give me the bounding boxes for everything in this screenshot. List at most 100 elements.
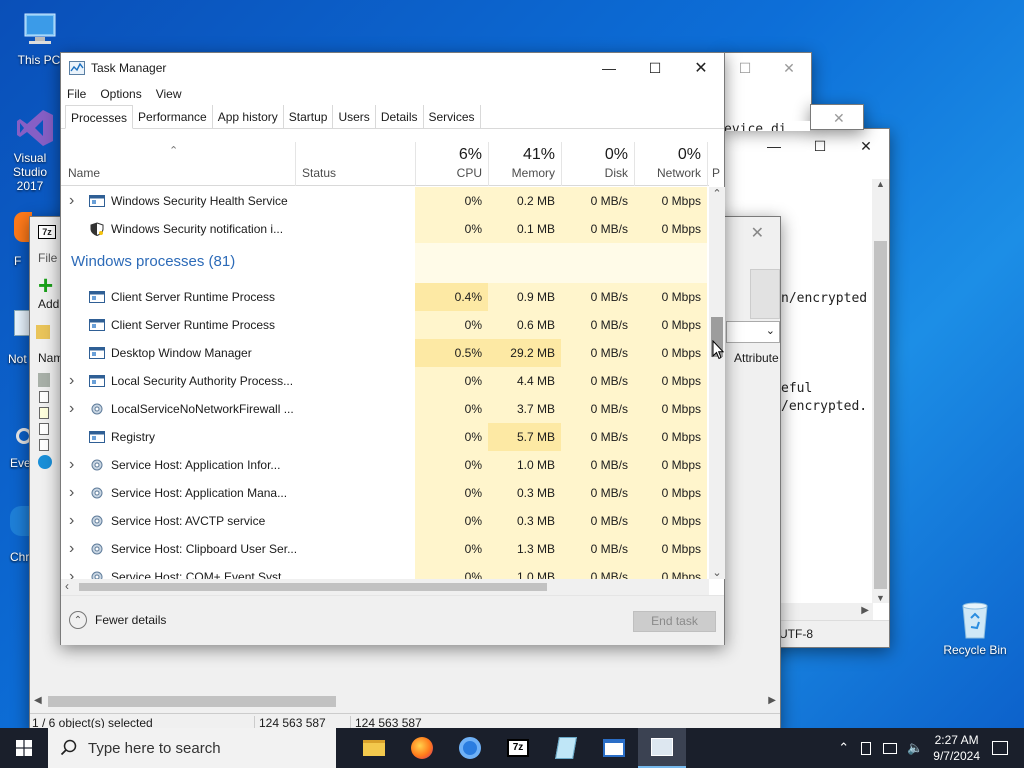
column-headers: ⌃ Name Status 6% CPU 41% Memory 0% Disk … bbox=[61, 142, 720, 186]
process-row[interactable]: 0% 3.7 MB 0 MB/s 0 Mbps › LocalServiceNoNetwo… bbox=[61, 395, 709, 423]
process-row[interactable]: 0% 4.4 MB 0 MB/s 0 Mbps › Local Security Auth… bbox=[61, 367, 709, 395]
tab-app-history[interactable]: App history bbox=[213, 105, 284, 128]
close-icon[interactable]: ✕ bbox=[767, 53, 811, 83]
chevron-up-circle-icon: ⌃ bbox=[69, 611, 87, 629]
tab-users[interactable]: Users bbox=[333, 105, 376, 128]
expand-chevron-icon[interactable]: › bbox=[69, 479, 74, 507]
maximize-icon[interactable]: ☐ bbox=[723, 53, 767, 83]
scroll-up-icon[interactable]: ⌃ bbox=[709, 187, 725, 203]
scroll-up-icon[interactable]: ▲ bbox=[872, 179, 889, 195]
scroll-down-icon[interactable]: ⌄ bbox=[709, 566, 725, 579]
path-dropdown[interactable]: ⌄ bbox=[726, 321, 780, 343]
scroll-right-icon[interactable]: ▶ bbox=[768, 695, 776, 706]
process-net-cell: 0 Mbps bbox=[634, 395, 707, 423]
process-row[interactable]: 0% 0.6 MB 0 MB/s 0 Mbps Client Server Runtim… bbox=[61, 311, 709, 339]
desktop-icon-recycle-bin[interactable]: Recycle Bin bbox=[940, 600, 1010, 657]
search-placeholder: Type here to search bbox=[88, 739, 221, 757]
start-button[interactable] bbox=[0, 728, 48, 768]
process-row[interactable]: 0% 5.7 MB 0 MB/s 0 Mbps Registry bbox=[61, 423, 709, 451]
process-mem-cell: 0.2 MB bbox=[488, 187, 561, 215]
process-row[interactable]: 0% 1.0 MB 0 MB/s 0 Mbps › Service Host: Appli… bbox=[61, 451, 709, 479]
process-mem-cell: 0.3 MB bbox=[488, 507, 561, 535]
background-window-2[interactable]: ✕ bbox=[810, 104, 864, 130]
tab-details[interactable]: Details bbox=[376, 105, 424, 128]
window-icon bbox=[89, 374, 105, 388]
minimize-icon[interactable]: — bbox=[586, 53, 632, 83]
taskbar-7zip[interactable]: 7z bbox=[494, 728, 542, 768]
process-net-cell: 0 Mbps bbox=[634, 215, 707, 243]
horizontal-scrollbar[interactable]: ‹ bbox=[61, 579, 709, 595]
process-row[interactable]: 0% 0.3 MB 0 MB/s 0 Mbps › Service Host: AVCTP… bbox=[61, 507, 709, 535]
scrollbar-thumb[interactable] bbox=[48, 696, 336, 707]
task-manager-window[interactable]: Task Manager — ☐ ✕ File Options View Pro… bbox=[60, 52, 725, 645]
vertical-scrollbar[interactable]: ⌃ ⌄ bbox=[709, 187, 725, 579]
expand-chevron-icon[interactable]: › bbox=[69, 535, 74, 563]
tab-services[interactable]: Services bbox=[424, 105, 481, 128]
taskbar-app-window[interactable] bbox=[590, 728, 638, 768]
taskbar-file-explorer[interactable] bbox=[350, 728, 398, 768]
file-list[interactable] bbox=[34, 367, 60, 487]
taskbar-search[interactable]: Type here to search bbox=[48, 728, 336, 768]
notification-icon[interactable] bbox=[992, 741, 1008, 755]
scroll-left-icon[interactable]: ‹ bbox=[65, 579, 69, 593]
taskbar-notepad[interactable] bbox=[542, 728, 590, 768]
network-icon[interactable] bbox=[883, 742, 898, 754]
background-window-text: evice di bbox=[724, 121, 810, 131]
scroll-right-icon[interactable]: ▶ bbox=[861, 605, 869, 616]
device-icon[interactable] bbox=[861, 741, 872, 755]
process-row[interactable]: 0.5% 29.2 MB 0 MB/s 0 Mbps Desktop Window Ma… bbox=[61, 339, 709, 367]
close-icon[interactable]: ✕ bbox=[751, 223, 764, 243]
column-network[interactable]: 0% Network bbox=[634, 142, 707, 186]
scrollbar-thumb[interactable] bbox=[874, 241, 887, 589]
close-icon[interactable]: ✕ bbox=[678, 53, 724, 83]
column-status[interactable]: Status bbox=[295, 142, 415, 186]
menu-file[interactable]: File bbox=[38, 251, 57, 265]
process-row[interactable]: 0% 0.3 MB 0 MB/s 0 Mbps › Service Host: Appli… bbox=[61, 479, 709, 507]
column-cpu[interactable]: 6% CPU bbox=[415, 142, 488, 186]
fewer-details-button[interactable]: ⌃ Fewer details bbox=[69, 611, 166, 629]
clock[interactable]: 2:27 AM 9/7/2024 bbox=[933, 732, 980, 764]
scroll-down-icon[interactable]: ▼ bbox=[872, 593, 889, 603]
taskbar-chrome[interactable] bbox=[446, 728, 494, 768]
column-disk[interactable]: 0% Disk bbox=[561, 142, 634, 186]
scroll-left-icon[interactable]: ◀ bbox=[34, 695, 42, 706]
expand-chevron-icon[interactable]: › bbox=[69, 395, 74, 423]
expand-chevron-icon[interactable]: › bbox=[69, 507, 74, 535]
process-list[interactable]: 0% 0.2 MB 0 MB/s 0 Mbps › Windows Security He… bbox=[61, 187, 709, 579]
maximize-icon[interactable]: ☐ bbox=[632, 53, 678, 83]
horizontal-scrollbar[interactable]: ◀ ▶ bbox=[30, 693, 780, 710]
tab-startup[interactable]: Startup bbox=[284, 105, 334, 128]
menu-options[interactable]: Options bbox=[100, 87, 141, 101]
expand-chevron-icon[interactable]: › bbox=[69, 187, 74, 215]
menu-view[interactable]: View bbox=[156, 87, 182, 101]
expand-chevron-icon[interactable]: › bbox=[69, 451, 74, 479]
tab-performance[interactable]: Performance bbox=[133, 105, 213, 128]
process-row[interactable]: 0% 1.0 MB 0 MB/s 0 Mbps › Service Host: COM+ … bbox=[61, 563, 709, 579]
close-icon[interactable]: ✕ bbox=[843, 131, 889, 161]
chevron-up-icon[interactable]: ⌃ bbox=[838, 740, 849, 756]
process-row[interactable]: 0.4% 0.9 MB 0 MB/s 0 Mbps Client Server Runt… bbox=[61, 283, 709, 311]
process-group-header[interactable]: Windows processes (81) bbox=[61, 243, 709, 283]
column-power[interactable]: P bbox=[707, 142, 720, 186]
close-icon[interactable]: ✕ bbox=[833, 110, 845, 127]
taskbar-firefox[interactable] bbox=[398, 728, 446, 768]
end-task-button[interactable]: End task bbox=[633, 611, 716, 632]
scrollbar-thumb[interactable] bbox=[79, 583, 547, 591]
column-attributes[interactable]: Attribute bbox=[734, 351, 779, 365]
background-window[interactable]: ☐ ✕ bbox=[722, 52, 812, 128]
expand-chevron-icon[interactable]: › bbox=[69, 563, 74, 579]
up-folder-icon[interactable] bbox=[36, 325, 50, 339]
taskbar-task-manager[interactable] bbox=[638, 728, 686, 768]
expand-chevron-icon[interactable]: › bbox=[69, 367, 74, 395]
volume-muted-icon[interactable]: 🔈 bbox=[907, 740, 923, 756]
process-row[interactable]: 0% 0.1 MB 0 MB/s 0 Mbps Windows Security not… bbox=[61, 215, 709, 243]
column-memory[interactable]: 41% Memory bbox=[488, 142, 561, 186]
process-row[interactable]: 0% 1.3 MB 0 MB/s 0 Mbps › Service Host: Clipb… bbox=[61, 535, 709, 563]
vertical-scrollbar[interactable]: ▲ ▼ bbox=[872, 179, 889, 603]
menu-file[interactable]: File bbox=[67, 87, 86, 101]
minimize-icon[interactable]: — bbox=[751, 131, 797, 161]
maximize-icon[interactable]: ☐ bbox=[797, 131, 843, 161]
tab-processes[interactable]: Processes bbox=[65, 105, 134, 129]
column-name[interactable]: Name bbox=[61, 142, 295, 186]
process-row[interactable]: 0% 0.2 MB 0 MB/s 0 Mbps › Windows Security He… bbox=[61, 187, 709, 215]
